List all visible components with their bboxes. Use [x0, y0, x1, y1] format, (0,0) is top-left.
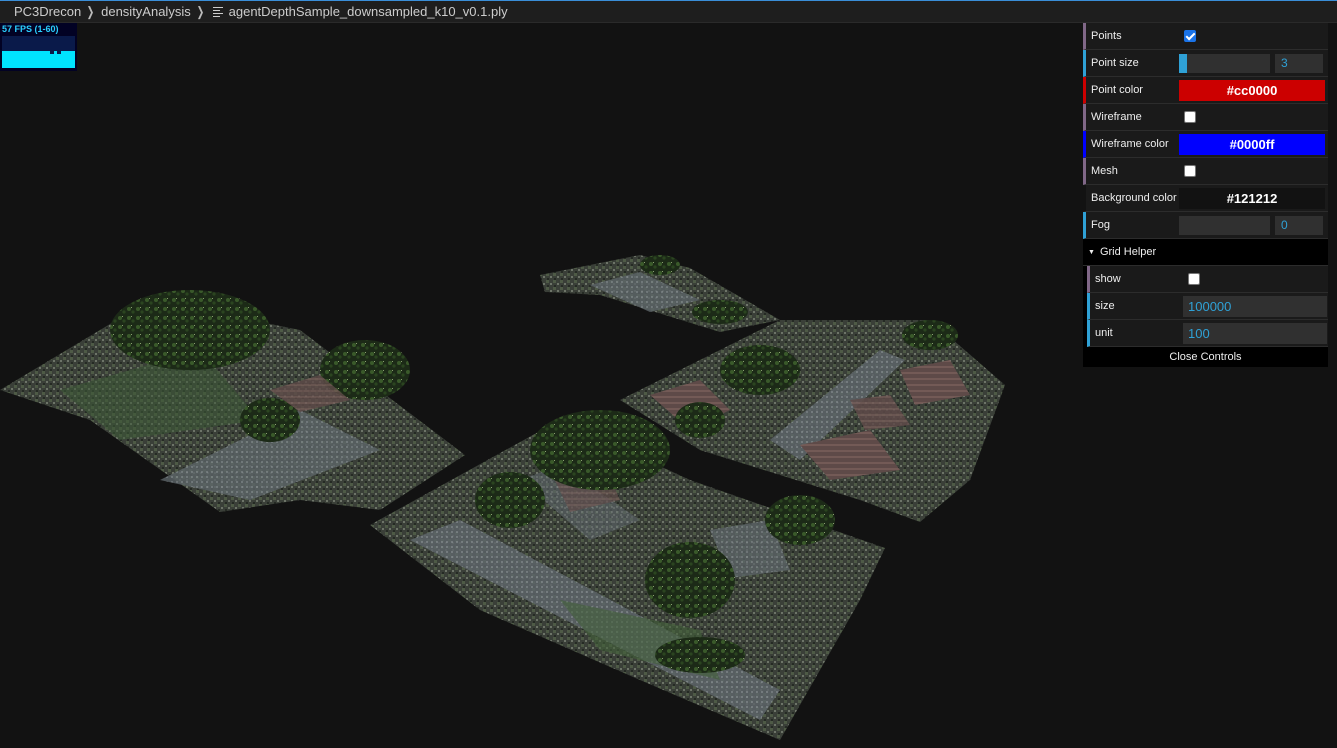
grid-show-checkbox[interactable] [1188, 273, 1200, 285]
point-color-label: Point color [1091, 84, 1143, 96]
file-lines-icon [212, 7, 223, 17]
points-label: Points [1091, 30, 1122, 42]
background-color-label: Background color [1091, 192, 1177, 204]
point-color-row: Point color #cc0000 [1083, 77, 1328, 104]
points-row: Points [1083, 23, 1328, 50]
grid-size-label: size [1095, 300, 1115, 312]
background-color-input[interactable]: #121212 [1179, 187, 1325, 209]
mesh-checkbox[interactable] [1184, 165, 1196, 177]
point-size-label: Point size [1091, 57, 1139, 69]
mesh-row: Mesh [1083, 158, 1328, 185]
chevron-right-icon: ❯ [86, 3, 95, 19]
mesh-label: Mesh [1091, 165, 1118, 177]
fps-graph-dip [57, 51, 61, 54]
fog-input[interactable]: 0 [1275, 215, 1323, 235]
grid-show-label: show [1095, 273, 1121, 285]
wireframe-label: Wireframe [1091, 111, 1142, 123]
grid-size-row: size 100000 [1087, 293, 1328, 320]
fps-graph [2, 36, 75, 68]
breadcrumb-item-file[interactable]: agentDepthSample_downsampled_k10_v0.1.pl… [229, 4, 508, 19]
caret-down-icon: ▼ [1088, 248, 1095, 256]
fog-slider[interactable] [1179, 215, 1270, 235]
breadcrumb-item-pc3drecon[interactable]: PC3Drecon [14, 4, 81, 19]
background-color-row: Background color #121212 [1083, 185, 1328, 212]
point-size-row: Point size 3 [1083, 50, 1328, 77]
fps-label: 57 FPS (1-60) [2, 24, 59, 34]
grid-unit-input[interactable]: 100 [1183, 322, 1327, 344]
close-controls-button[interactable]: Close Controls [1083, 347, 1328, 367]
grid-unit-label: unit [1095, 327, 1113, 339]
wireframe-row: Wireframe [1083, 104, 1328, 131]
points-checkbox[interactable] [1184, 30, 1196, 42]
grid-helper-folder: show size 100000 unit 100 [1083, 266, 1328, 347]
controls-panel: Points Point size 3 Point color #cc0000 … [1083, 23, 1328, 367]
point-color-input[interactable]: #cc0000 [1179, 79, 1325, 101]
fps-stats-panel[interactable]: 57 FPS (1-60) [0, 23, 77, 71]
grid-helper-folder-toggle[interactable]: ▼ Grid Helper [1083, 239, 1328, 266]
breadcrumb: PC3Drecon ❯ densityAnalysis ❯ agentDepth… [0, 0, 1337, 23]
grid-helper-title: Grid Helper [1099, 246, 1157, 258]
point-cloud-tile-top [540, 255, 780, 332]
grid-show-row: show [1087, 266, 1328, 293]
point-size-slider-fill [1179, 53, 1187, 73]
wireframe-checkbox[interactable] [1184, 111, 1196, 123]
point-size-input[interactable]: 3 [1275, 53, 1323, 73]
wireframe-color-label: Wireframe color [1091, 138, 1169, 150]
fog-row: Fog 0 [1083, 212, 1328, 239]
wireframe-color-input[interactable]: #0000ff [1179, 133, 1325, 155]
grid-unit-row: unit 100 [1087, 320, 1328, 347]
fog-label: Fog [1091, 219, 1110, 231]
chevron-right-icon: ❯ [196, 3, 204, 19]
point-cloud-tile-left [0, 290, 465, 512]
grid-size-input[interactable]: 100000 [1183, 295, 1327, 317]
fps-graph-bar [2, 51, 75, 68]
breadcrumb-item-densityanalysis[interactable]: densityAnalysis [101, 4, 191, 19]
point-size-slider[interactable] [1179, 53, 1270, 73]
fps-graph-dip [50, 51, 54, 54]
wireframe-color-row: Wireframe color #0000ff [1083, 131, 1328, 158]
